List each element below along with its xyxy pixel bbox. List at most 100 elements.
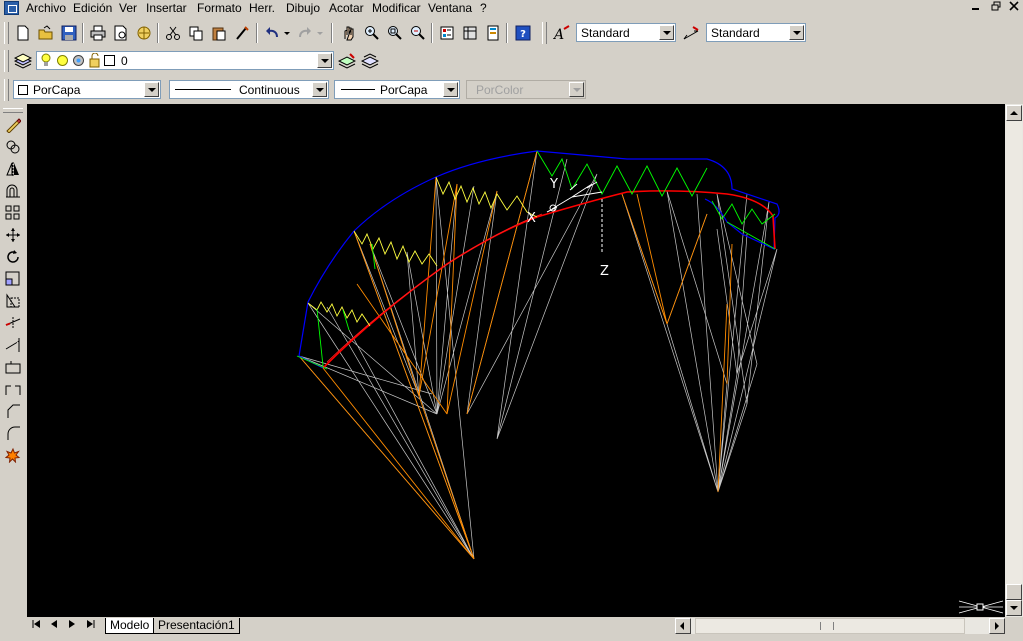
- restore-icon[interactable]: [988, 1, 1004, 15]
- menu-dibujo[interactable]: Dibujo: [286, 1, 320, 15]
- text-style-icon[interactable]: A: [552, 23, 572, 43]
- scroll-left-icon[interactable]: [675, 618, 691, 634]
- layer-previous-icon[interactable]: [360, 51, 380, 71]
- chamfer-icon[interactable]: [3, 401, 23, 421]
- tab-modelo[interactable]: Modelo: [105, 618, 155, 634]
- tab-presentacion1[interactable]: Presentación1: [153, 618, 240, 634]
- undo-icon[interactable]: [262, 23, 282, 43]
- save-icon[interactable]: [59, 23, 79, 43]
- publish-icon[interactable]: [134, 23, 154, 43]
- paste-icon[interactable]: [209, 23, 229, 43]
- zoom-previous-icon[interactable]: [408, 23, 428, 43]
- chevron-down-icon[interactable]: [789, 25, 804, 40]
- last-tab-icon[interactable]: [83, 619, 98, 633]
- layer-manager-icon[interactable]: [13, 51, 33, 71]
- horizontal-scroll-thumb[interactable]: [695, 618, 965, 634]
- text-style-select[interactable]: Standard: [576, 23, 676, 42]
- color-select[interactable]: PorCapa: [13, 80, 161, 99]
- next-tab-icon[interactable]: [64, 619, 79, 633]
- scroll-right-icon[interactable]: [989, 618, 1005, 634]
- chevron-down-icon[interactable]: [317, 53, 332, 68]
- break-at-point-icon[interactable]: [3, 357, 23, 377]
- properties-icon[interactable]: [437, 23, 457, 43]
- menu-help[interactable]: ?: [480, 1, 487, 15]
- break-icon[interactable]: [3, 379, 23, 399]
- prev-tab-icon[interactable]: [46, 619, 61, 633]
- toolbar-grip[interactable]: [542, 22, 547, 44]
- copy-clip-icon[interactable]: [186, 23, 206, 43]
- layer-color-swatch: [104, 55, 115, 66]
- mirror-icon[interactable]: [3, 159, 23, 179]
- horizontal-scrollbar[interactable]: [675, 618, 1005, 634]
- stretch-icon[interactable]: [3, 291, 23, 311]
- toolbar-grip[interactable]: [4, 50, 9, 72]
- fillet-icon[interactable]: [3, 423, 23, 443]
- scroll-down-icon[interactable]: [1006, 600, 1022, 616]
- extend-icon[interactable]: [3, 335, 23, 355]
- new-icon[interactable]: [13, 23, 33, 43]
- lineweight-value: PorCapa: [380, 83, 428, 97]
- vertical-scrollbar[interactable]: [1005, 104, 1023, 617]
- layer-viewport-icon: [72, 54, 85, 70]
- toolbar-separator: [256, 23, 258, 43]
- lineweight-select[interactable]: PorCapa: [334, 80, 460, 99]
- vertical-scroll-thumb[interactable]: [1006, 584, 1022, 600]
- erase-icon[interactable]: [3, 115, 23, 135]
- design-center-icon[interactable]: [460, 23, 480, 43]
- scroll-up-icon[interactable]: [1006, 105, 1022, 121]
- menu-ventana[interactable]: Ventana: [428, 1, 472, 15]
- chevron-down-icon[interactable]: [443, 82, 458, 97]
- menu-archivo[interactable]: Archivo: [26, 1, 66, 15]
- array-icon[interactable]: [3, 203, 23, 223]
- linetype-select[interactable]: Continuous: [169, 80, 329, 99]
- undo-dropdown-icon[interactable]: [282, 23, 292, 43]
- pan-realtime-icon[interactable]: [339, 23, 359, 43]
- menu-herr[interactable]: Herr.: [249, 1, 275, 15]
- app-icon[interactable]: [4, 1, 19, 15]
- first-tab-icon[interactable]: [28, 619, 43, 633]
- chevron-down-icon[interactable]: [144, 82, 159, 97]
- standard-toolbar: ? A Standard Standard: [0, 19, 1023, 47]
- layer-unlock-icon: [88, 52, 101, 71]
- toolbar-grip[interactable]: [4, 22, 9, 44]
- zoom-window-icon[interactable]: [385, 23, 405, 43]
- redo-icon[interactable]: [295, 23, 315, 43]
- minimize-icon[interactable]: [968, 1, 984, 15]
- explode-icon[interactable]: [3, 445, 23, 465]
- print-icon[interactable]: [88, 23, 108, 43]
- menu-formato[interactable]: Formato: [197, 1, 242, 15]
- menu-ver[interactable]: Ver: [119, 1, 137, 15]
- color-swatch: [18, 85, 28, 95]
- layer-select[interactable]: 0: [36, 51, 334, 70]
- tool-palettes-icon[interactable]: [483, 23, 503, 43]
- vertical-scroll-track[interactable]: [1006, 121, 1022, 584]
- trim-icon[interactable]: [3, 313, 23, 333]
- menu-acotar[interactable]: Acotar: [329, 1, 364, 15]
- scale-icon[interactable]: [3, 269, 23, 289]
- match-properties-icon[interactable]: [232, 23, 252, 43]
- chevron-down-icon[interactable]: [659, 25, 674, 40]
- toolbar-grip[interactable]: [3, 108, 23, 113]
- dimension-style-select[interactable]: Standard: [706, 23, 806, 42]
- chevron-down-icon[interactable]: [312, 82, 327, 97]
- help-icon[interactable]: ?: [513, 23, 533, 43]
- move-icon[interactable]: [3, 225, 23, 245]
- copy-icon[interactable]: [3, 137, 23, 157]
- redo-dropdown-icon[interactable]: [315, 23, 325, 43]
- toolbar-grip[interactable]: [4, 79, 9, 101]
- cut-icon[interactable]: [163, 23, 183, 43]
- rotate-icon[interactable]: [3, 247, 23, 267]
- zoom-realtime-icon[interactable]: [362, 23, 382, 43]
- menu-modificar[interactable]: Modificar: [372, 1, 421, 15]
- dimension-style-icon[interactable]: [682, 23, 702, 43]
- make-object-layer-current-icon[interactable]: [337, 51, 357, 71]
- offset-icon[interactable]: [3, 181, 23, 201]
- menu-edicion[interactable]: Edición: [73, 1, 112, 15]
- text-style-value: Standard: [581, 26, 630, 40]
- menu-insertar[interactable]: Insertar: [146, 1, 187, 15]
- print-preview-icon[interactable]: [111, 23, 131, 43]
- close-icon[interactable]: [1006, 1, 1022, 15]
- open-icon[interactable]: [36, 23, 56, 43]
- ucs-z-label: Z: [600, 264, 609, 279]
- drawing-canvas[interactable]: X Y Z: [27, 104, 1005, 617]
